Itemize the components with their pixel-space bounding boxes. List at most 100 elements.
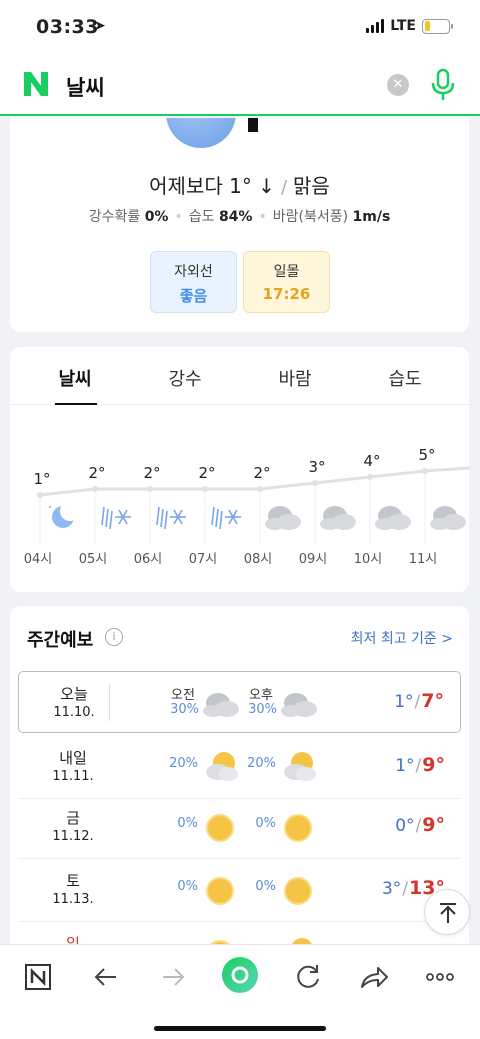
sun-icon xyxy=(284,877,312,905)
sun-icon xyxy=(284,814,312,842)
hourly-time-label: 07시 xyxy=(189,552,218,567)
weekly-forecast-card: 주간예보 i 최저 최고 기준 > 오늘 11.10. 오전 오후 30% 30% 1°/7… xyxy=(10,606,469,966)
status-indicators: LTE xyxy=(366,18,453,34)
sunset-badge[interactable]: 일몰 17:26 xyxy=(243,251,330,313)
hourly-time-label: 04시 xyxy=(24,552,53,567)
hourly-time-label: 11시 xyxy=(409,552,438,567)
sunset-label: 일몰 xyxy=(273,264,300,280)
wind-label: 바람(북서풍) xyxy=(272,209,349,225)
max-temp: 7° xyxy=(421,690,444,712)
hourly-temp-label: 3° xyxy=(308,458,325,476)
tab-weather[interactable]: 날씨 xyxy=(20,365,130,391)
humidity-value: 84% xyxy=(218,209,253,225)
snow-rain-icon xyxy=(211,506,241,530)
weather-details: 강수확률 0% • 습도 84% • 바람(북서풍) 1m/s xyxy=(88,209,391,225)
am-rain-chance: 0% xyxy=(177,816,198,831)
am-rain-chance: 20% xyxy=(169,756,198,771)
max-temp: 9° xyxy=(422,754,445,776)
arrow-up-icon xyxy=(440,903,456,923)
hourly-time-label: 09시 xyxy=(299,552,328,567)
am-label: 오전 xyxy=(171,688,195,703)
current-weather-icon xyxy=(166,118,236,148)
weekly-day-row[interactable]: 오늘 11.10. 오전 오후 30% 30% 1°/7° xyxy=(18,671,461,733)
hourly-time-label: 08시 xyxy=(244,552,273,567)
pm-label: 오후 xyxy=(249,688,273,703)
clear-search-button[interactable]: ✕ xyxy=(387,74,409,96)
temperature-point xyxy=(312,480,318,486)
sun-icon xyxy=(206,814,234,842)
temperature-point xyxy=(367,474,373,480)
battery-icon xyxy=(422,18,453,34)
min-temp: 1° xyxy=(394,692,414,712)
forward-icon[interactable] xyxy=(155,959,191,995)
scroll-to-top-button[interactable] xyxy=(424,889,470,935)
hourly-temp-label: 2° xyxy=(143,464,160,482)
more-icon[interactable] xyxy=(422,959,458,995)
day-date: 11.13. xyxy=(52,892,94,907)
info-icon[interactable]: i xyxy=(105,628,123,646)
compare-summary: 어제보다 1° ↓ / 맑음 xyxy=(149,174,330,198)
tab-wind[interactable]: 바람 xyxy=(240,365,350,391)
status-bar: 03:33 ➤ LTE xyxy=(0,0,480,58)
hourly-time-label: 06시 xyxy=(134,552,163,567)
back-icon[interactable] xyxy=(88,959,124,995)
cloudy-icon xyxy=(281,693,317,717)
bottom-toolbar xyxy=(0,944,480,1039)
temperature-point xyxy=(37,492,43,498)
hourly-temp-label: 2° xyxy=(198,464,215,482)
min-temp: 3° xyxy=(381,879,402,899)
temperature-point xyxy=(92,486,98,492)
day-name: 금 xyxy=(66,809,80,827)
uv-label: 자외선 xyxy=(174,264,213,280)
weekly-day-row[interactable]: 토 11.13. 0% 0% 3°/13° xyxy=(18,859,461,922)
sort-basis-link[interactable]: 최저 최고 기준 > xyxy=(351,628,453,648)
naver-logo-icon[interactable] xyxy=(22,70,50,98)
min-temp: 1° xyxy=(395,756,415,776)
weekly-day-row[interactable]: 금 11.12. 0% 0% 0°/9° xyxy=(18,796,461,859)
hourly-temperature-graph[interactable]: 1° 04시 2° 05시 2° 06시 2° 07시 2° 08시 3° 09시 4° 10시 5° 11시 xyxy=(10,405,469,592)
compare-yesterday: 어제보다 1° ↓ xyxy=(149,174,275,198)
uv-badge[interactable]: 자외선 좋음 xyxy=(150,251,237,313)
tab-humidity[interactable]: 습도 xyxy=(350,365,460,391)
humidity-label: 습도 xyxy=(188,209,215,225)
naver-home-icon[interactable] xyxy=(20,959,56,995)
wind-value: 1m/s xyxy=(352,209,391,225)
hourly-time-label: 10시 xyxy=(354,552,383,567)
weekly-day-row[interactable]: 내일 11.11. 20% 20% 1°/9° xyxy=(18,736,461,799)
search-bar: 날씨 ✕ xyxy=(0,58,480,116)
snow-rain-icon xyxy=(156,506,186,530)
microphone-icon[interactable] xyxy=(428,68,458,102)
hourly-temp-label: 5° xyxy=(418,446,435,464)
cloudy-icon xyxy=(430,506,466,530)
hourly-temp-label: 1° xyxy=(33,470,50,488)
cloudy-icon xyxy=(320,506,356,530)
green-dot-icon[interactable] xyxy=(220,955,260,995)
refresh-icon[interactable] xyxy=(290,959,326,995)
day-name: 내일 xyxy=(59,749,87,767)
hourly-time-label: 05시 xyxy=(79,552,108,567)
status-time: 03:33 xyxy=(36,16,99,38)
search-input[interactable]: 날씨 xyxy=(66,72,105,102)
partly-cloudy-icon xyxy=(206,752,238,781)
cloudy-icon xyxy=(265,506,301,530)
day-name: 오늘 xyxy=(60,685,88,703)
current-weather-card: 어제보다 1° ↓ / 맑음 강수확률 0% • 습도 84% • 바람(북서풍) 1m/s… xyxy=(10,118,469,332)
signal-icon xyxy=(366,19,385,33)
partly-cloudy-icon xyxy=(284,752,316,781)
day-name: 토 xyxy=(66,872,80,890)
pm-rain-chance: 0% xyxy=(255,816,276,831)
cloudy-icon xyxy=(203,693,239,717)
pm-rain-chance: 30% xyxy=(248,702,277,717)
share-icon[interactable] xyxy=(356,959,392,995)
row-divider xyxy=(109,684,110,721)
sun-icon xyxy=(206,877,234,905)
snow-rain-icon xyxy=(101,506,131,530)
pm-rain-chance: 0% xyxy=(255,879,276,894)
tab-precipitation[interactable]: 강수 xyxy=(130,365,240,391)
day-date: 11.10. xyxy=(53,705,95,720)
hourly-forecast-card: 날씨 강수 바람 습도 1° 04시 2° 05시 2° 06시 2° 07시 2° 08시 3° 0… xyxy=(10,347,469,592)
temperature-point xyxy=(147,486,153,492)
weather-condition: 맑음 xyxy=(293,174,330,198)
temperature-point xyxy=(202,486,208,492)
min-temp: 0° xyxy=(395,816,415,836)
